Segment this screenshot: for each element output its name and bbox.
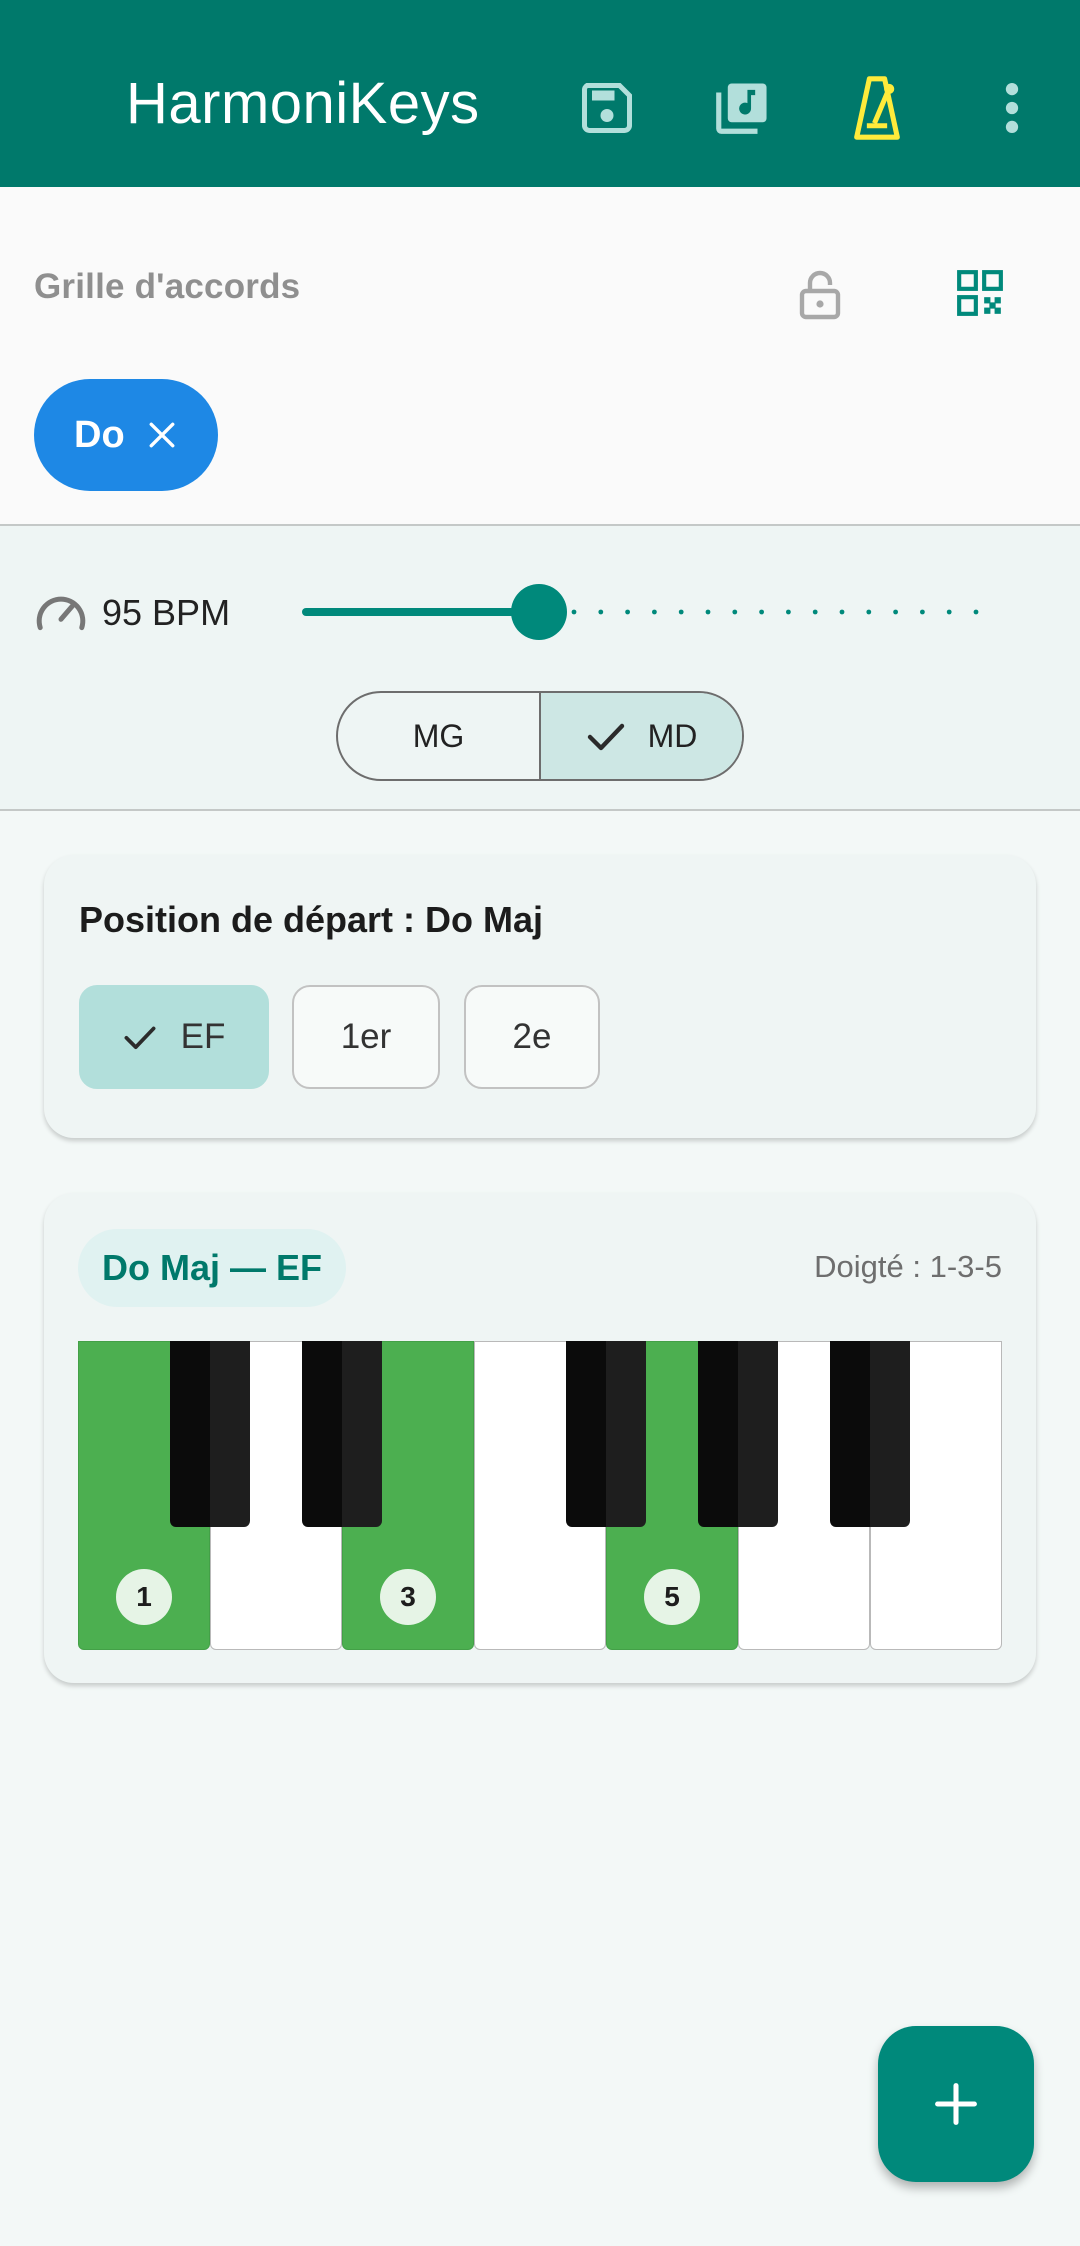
bpm-label: 95 BPM — [102, 592, 231, 633]
start-position-title: Position de départ : Do Maj — [79, 899, 544, 940]
library-button[interactable] — [698, 64, 786, 152]
black-key[interactable] — [566, 1341, 646, 1527]
chord-keyboard-card: Do Maj — EF Doigté : 1-3-5 1 3 5 — [44, 1193, 1036, 1683]
right-hand-button[interactable]: MD — [539, 693, 742, 779]
speed-icon — [36, 596, 86, 631]
hand-toggle: MG MD — [336, 691, 744, 781]
save-icon — [581, 83, 632, 133]
slider-tick — [893, 609, 898, 615]
inversion-chip-label: EF — [180, 1017, 226, 1056]
check-icon — [587, 723, 624, 751]
save-button[interactable] — [563, 64, 651, 152]
chord-grid-section: Grille d'accords Do — [0, 187, 1080, 526]
lock-open-icon — [799, 270, 841, 320]
metronome-icon — [854, 76, 900, 140]
slider-tick — [866, 609, 872, 615]
slider-tick — [732, 609, 738, 615]
chord-chip[interactable]: Do — [34, 379, 218, 491]
close-icon — [149, 422, 175, 448]
overflow-menu-button[interactable] — [968, 64, 1056, 152]
qr-code-icon — [957, 270, 1003, 316]
inversion-chip-root[interactable]: EF — [79, 985, 269, 1089]
inversion-chip-second[interactable]: 2e — [464, 985, 600, 1089]
black-key[interactable] — [302, 1341, 382, 1527]
left-hand-label: MG — [412, 717, 465, 754]
finger-number: 1 — [116, 1569, 172, 1625]
black-key[interactable] — [698, 1341, 778, 1527]
slider-tick — [652, 609, 657, 615]
library-music-icon — [716, 83, 767, 134]
slider-active-track — [302, 608, 540, 616]
piano-keyboard: 1 3 5 — [78, 1341, 1002, 1650]
fingering-label: Doigté : 1-3-5 — [814, 1249, 1002, 1284]
inversion-chip-label: 1er — [340, 1017, 392, 1056]
add-chord-fab[interactable] — [878, 2026, 1034, 2182]
inversion-chip-first[interactable]: 1er — [292, 985, 440, 1089]
app-title: HarmoniKeys — [126, 71, 480, 136]
qr-code-button[interactable] — [940, 253, 1020, 333]
chord-chip-label: Do — [74, 413, 125, 456]
more-vert-icon — [1005, 82, 1019, 134]
metronome-button[interactable] — [833, 64, 921, 152]
slider-tick — [786, 609, 791, 615]
slider-tick — [973, 609, 979, 615]
chip-remove-button[interactable] — [145, 418, 179, 452]
tempo-slider[interactable] — [300, 582, 982, 642]
lock-button[interactable] — [780, 255, 860, 335]
plus-icon — [935, 2083, 977, 2125]
check-icon — [124, 1026, 156, 1050]
chord-grid-label: Grille d'accords — [34, 267, 301, 306]
start-position-card: Position de départ : Do Maj EF 1er 2e — [44, 855, 1036, 1138]
inversion-chip-label: 2e — [512, 1017, 552, 1056]
slider-tick — [705, 609, 711, 615]
finger-number: 3 — [380, 1569, 436, 1625]
slider-tick — [678, 609, 684, 615]
black-key[interactable] — [830, 1341, 910, 1527]
black-key[interactable] — [170, 1341, 250, 1527]
slider-tick — [839, 609, 845, 615]
slider-tick — [598, 609, 604, 615]
tempo-section: 95 BPM MG MD — [0, 526, 1080, 811]
app-bar: HarmoniKeys — [0, 0, 1080, 187]
slider-thumb[interactable] — [511, 584, 568, 640]
chord-name-chip: Do Maj — EF — [78, 1229, 347, 1307]
slider-tick — [946, 609, 952, 615]
left-hand-button[interactable]: MG — [338, 693, 539, 779]
slider-tick — [759, 609, 764, 615]
slider-tick — [812, 609, 818, 615]
slider-tick — [625, 609, 630, 615]
finger-number: 5 — [644, 1569, 700, 1625]
slider-tick — [571, 609, 577, 615]
slider-tick — [920, 609, 925, 615]
right-hand-label: MD — [647, 717, 698, 754]
